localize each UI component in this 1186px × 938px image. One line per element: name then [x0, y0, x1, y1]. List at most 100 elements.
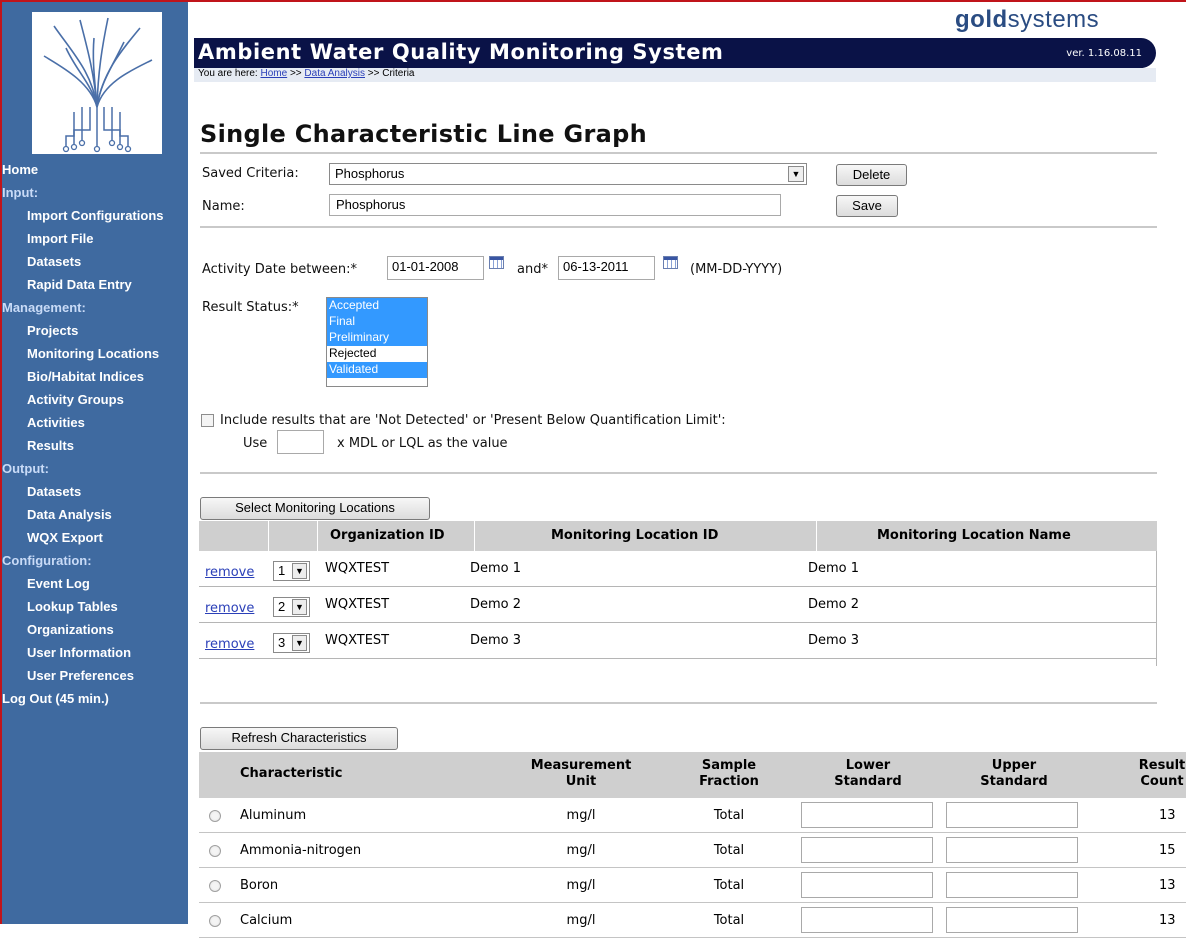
lower-standard-field[interactable]: [801, 837, 933, 863]
sidebar-item-monitoring-locations[interactable]: Monitoring Locations: [2, 342, 188, 365]
app-version: ver. 1.16.08.11: [1066, 48, 1142, 59]
table-row: Boron mg/l Total 13: [199, 868, 1186, 903]
result-count-cell: 15: [1159, 843, 1176, 858]
status-option-accepted[interactable]: Accepted: [327, 298, 427, 314]
sidebar-item-event-log[interactable]: Event Log: [2, 572, 188, 595]
characteristic-name: Calcium: [240, 913, 293, 928]
activity-date-label: Activity Date between:*: [202, 262, 358, 277]
breadcrumb-home-link[interactable]: Home: [260, 68, 287, 79]
app-title: Ambient Water Quality Monitoring System: [198, 40, 724, 64]
chevron-down-icon: ▼: [292, 599, 307, 615]
delete-button[interactable]: Delete: [836, 164, 907, 186]
status-option-rejected[interactable]: Rejected: [327, 346, 427, 362]
remove-link[interactable]: remove: [205, 637, 254, 652]
refresh-characteristics-button[interactable]: Refresh Characteristics: [200, 727, 398, 750]
remove-link[interactable]: remove: [205, 601, 254, 616]
divider: [200, 472, 1157, 474]
upper-standard-field[interactable]: [946, 837, 1078, 863]
upper-standard-field[interactable]: [946, 872, 1078, 898]
app-titlebar: Ambient Water Quality Monitoring System …: [194, 38, 1156, 68]
characteristic-radio[interactable]: [209, 880, 221, 892]
order-select[interactable]: 2 ▼: [273, 597, 310, 617]
breadcrumb: You are here: Home >> Data Analysis >> C…: [194, 68, 1156, 82]
order-select[interactable]: 1 ▼: [273, 561, 310, 581]
org-id-cell: WQXTEST: [325, 561, 390, 576]
status-option-preliminary[interactable]: Preliminary: [327, 330, 427, 346]
select-monitoring-locations-button[interactable]: Select Monitoring Locations: [200, 497, 430, 520]
saved-criteria-label: Saved Criteria:: [202, 166, 299, 181]
start-date-field[interactable]: 01-01-2008: [387, 256, 484, 280]
table-row: remove 3 ▼ WQXTEST Demo 3 Demo 3: [199, 623, 1157, 659]
org-id-cell: WQXTEST: [325, 597, 390, 612]
table-row: Calcium mg/l Total 13: [199, 903, 1186, 938]
sidebar-item-activities[interactable]: Activities: [2, 411, 188, 434]
loc-id-cell: Demo 2: [470, 597, 522, 612]
fraction-cell: Total: [713, 913, 745, 928]
result-status-label: Result Status:*: [202, 300, 299, 315]
breadcrumb-current: Criteria: [382, 68, 415, 79]
upper-standard-field[interactable]: [946, 802, 1078, 828]
mdl-factor-field[interactable]: [277, 430, 324, 454]
page-title: Single Characteristic Line Graph: [200, 120, 648, 148]
unit-cell: mg/l: [566, 913, 596, 928]
sidebar-item-input: Input:: [2, 185, 39, 200]
sidebar-item-import-configurations[interactable]: Import Configurations: [2, 204, 188, 227]
and-label: and*: [517, 262, 548, 277]
result-count-cell: 13: [1159, 913, 1176, 928]
calendar-icon[interactable]: [663, 256, 678, 269]
chevron-down-icon: ▼: [788, 166, 804, 182]
sidebar-item-home[interactable]: Home: [2, 158, 188, 181]
divider: [200, 702, 1157, 704]
characteristic-radio[interactable]: [209, 845, 221, 857]
sidebar-item-lookup-tables[interactable]: Lookup Tables: [2, 595, 188, 618]
result-count-cell: 13: [1159, 878, 1176, 893]
end-date-field[interactable]: 06-13-2011: [558, 256, 655, 280]
status-option-validated[interactable]: Validated: [327, 362, 427, 378]
sidebar-item-projects[interactable]: Projects: [2, 319, 188, 342]
order-select[interactable]: 3 ▼: [273, 633, 310, 653]
table-row: Aluminum mg/l Total 13: [199, 798, 1186, 833]
sidebar-item-activity-groups[interactable]: Activity Groups: [2, 388, 188, 411]
lower-standard-field[interactable]: [801, 872, 933, 898]
characteristic-radio[interactable]: [209, 810, 221, 822]
org-id-header: Organization ID: [330, 528, 445, 543]
sidebar-item-datasets[interactable]: Datasets: [2, 480, 188, 503]
characteristic-name: Aluminum: [240, 808, 307, 823]
fraction-cell: Total: [713, 878, 745, 893]
sidebar-item-output: Output:: [2, 461, 49, 476]
unit-cell: mg/l: [566, 878, 596, 893]
characteristic-name: Ammonia-nitrogen: [240, 843, 362, 858]
loc-id-cell: Demo 3: [470, 633, 522, 648]
sidebar-item-datasets[interactable]: Datasets: [2, 250, 188, 273]
sidebar-item-data-analysis[interactable]: Data Analysis: [2, 503, 188, 526]
sidebar-item-user-information[interactable]: User Information: [2, 641, 188, 664]
sidebar-item-wqx-export[interactable]: WQX Export: [2, 526, 188, 549]
sidebar-item-results[interactable]: Results: [2, 434, 188, 457]
unit-cell: mg/l: [566, 808, 596, 823]
name-label: Name:: [202, 199, 245, 214]
saved-criteria-select[interactable]: Phosphorus ▼: [329, 163, 807, 185]
save-button[interactable]: Save: [836, 195, 898, 217]
lower-standard-field[interactable]: [801, 802, 933, 828]
breadcrumb-analysis-link[interactable]: Data Analysis: [304, 68, 365, 79]
include-not-detected-checkbox[interactable]: [201, 414, 214, 427]
sidebar-item-organizations[interactable]: Organizations: [2, 618, 188, 641]
upper-standard-field[interactable]: [946, 907, 1078, 933]
sidebar-item-rapid-data-entry[interactable]: Rapid Data Entry: [2, 273, 188, 296]
loc-id-cell: Demo 1: [470, 561, 522, 576]
divider: [200, 152, 1157, 154]
sidebar-item-user-preferences[interactable]: User Preferences: [2, 664, 188, 687]
characteristic-radio[interactable]: [209, 915, 221, 927]
sidebar-item-import-file[interactable]: Import File: [2, 227, 188, 250]
sidebar-item-bio-habitat-indices[interactable]: Bio/Habitat Indices: [2, 365, 188, 388]
remove-link[interactable]: remove: [205, 565, 254, 580]
name-field[interactable]: Phosphorus: [329, 194, 781, 216]
chevron-down-icon: ▼: [292, 563, 307, 579]
sidebar-item-log-out-45-min[interactable]: Log Out (45 min.): [2, 687, 188, 710]
result-status-listbox[interactable]: Accepted Final Preliminary Rejected Validate…: [326, 297, 428, 387]
calendar-icon[interactable]: [489, 256, 504, 269]
date-format-hint: (MM-DD-YYYY): [690, 262, 783, 277]
status-option-final[interactable]: Final: [327, 314, 427, 330]
lower-standard-field[interactable]: [801, 907, 933, 933]
result-count-cell: 13: [1159, 808, 1176, 823]
